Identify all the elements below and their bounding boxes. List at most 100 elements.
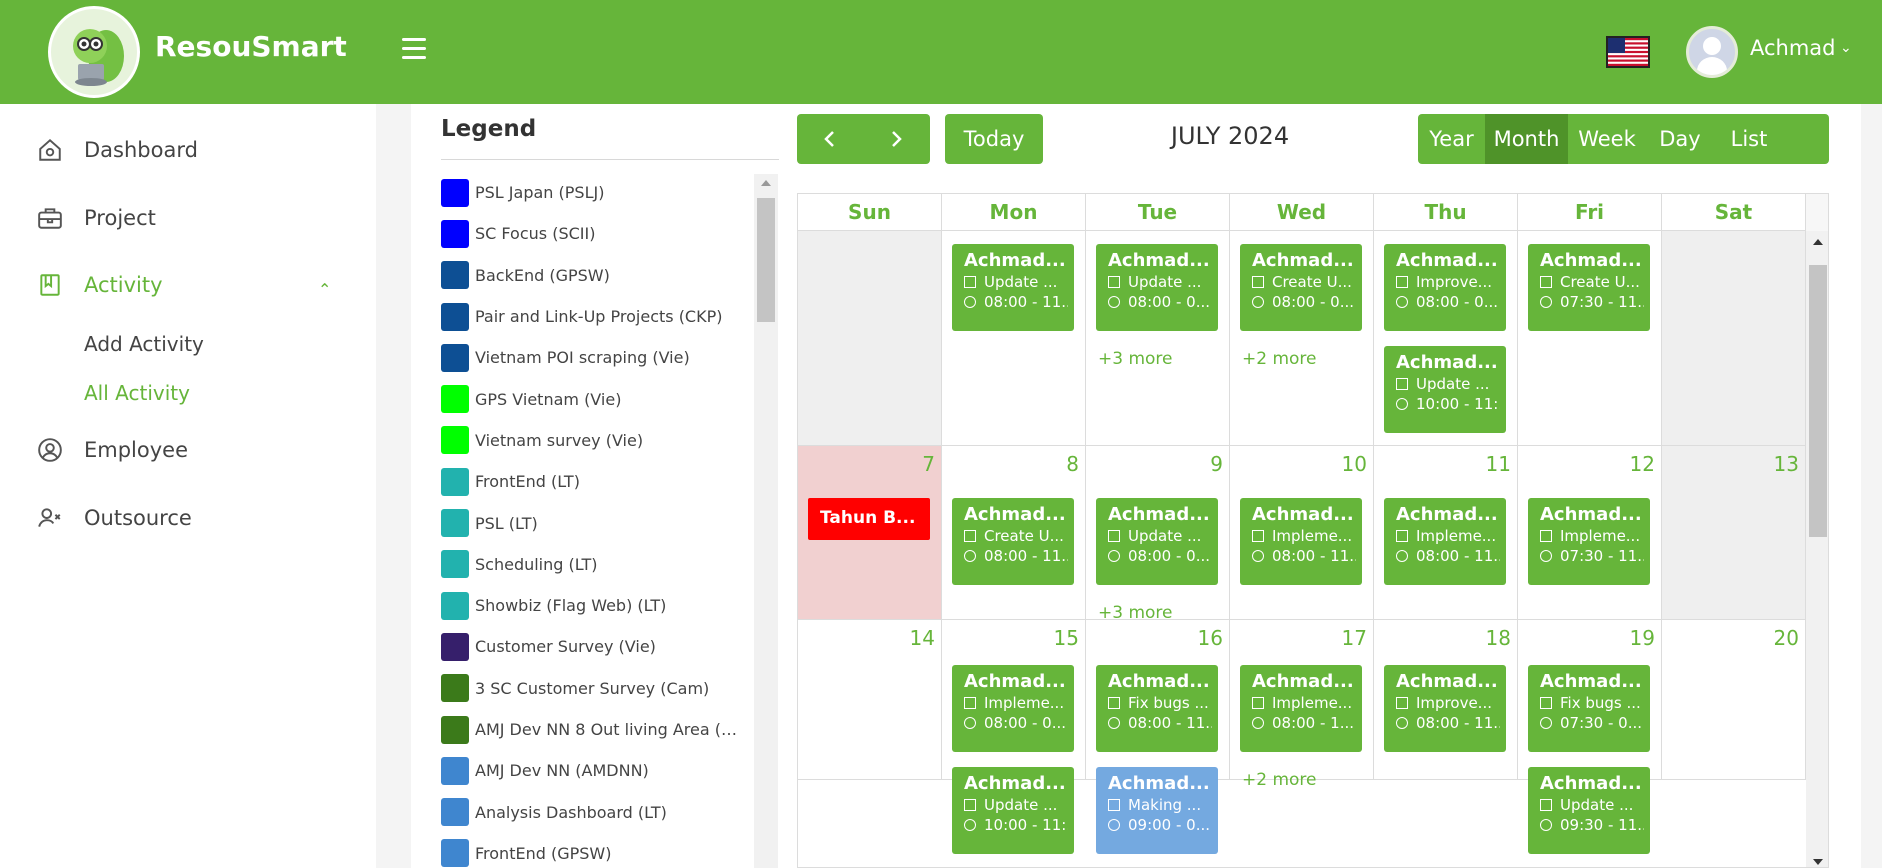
- sidebar-subitem-add-activity[interactable]: Add Activity: [84, 332, 204, 356]
- calendar-event[interactable]: Achmad... Impleme... 07:30 - 11...: [1528, 498, 1650, 585]
- calendar-day-cell[interactable]: Achmad... Update ... 08:00 - 0... +3 more: [1086, 231, 1230, 445]
- calendar-event[interactable]: Achmad... Update ... 10:00 - 11:...: [952, 767, 1074, 854]
- calendar-day-cell[interactable]: [1662, 231, 1806, 445]
- legend-item[interactable]: Scheduling (LT): [441, 544, 753, 585]
- day-number[interactable]: 15: [1054, 626, 1079, 650]
- event-time-label: 08:00 - 0...: [1272, 293, 1355, 311]
- day-number[interactable]: 16: [1198, 626, 1223, 650]
- legend-scrollbar[interactable]: [754, 174, 778, 868]
- calendar-day-cell[interactable]: 20: [1662, 620, 1806, 779]
- legend-item[interactable]: Vietnam survey (Vie): [441, 420, 753, 461]
- day-number[interactable]: 11: [1486, 452, 1511, 476]
- legend-item[interactable]: PSL (LT): [441, 502, 753, 543]
- calendar-day-cell[interactable]: [798, 231, 942, 445]
- calendar-day-cell[interactable]: 17 Achmad... Impleme... 08:00 - 1... +2 more: [1230, 620, 1374, 790]
- day-number[interactable]: 8: [1066, 452, 1079, 476]
- calendar-event[interactable]: Achmad... Create U... 08:00 - 11...: [952, 498, 1074, 585]
- legend-item[interactable]: FrontEnd (LT): [441, 461, 753, 502]
- day-number[interactable]: 12: [1630, 452, 1655, 476]
- calendar-event[interactable]: Achmad... Fix bugs ... 07:30 - 0...: [1528, 665, 1650, 752]
- calendar-day-cell[interactable]: Achmad... Create U... 07:30 - 11...: [1518, 231, 1662, 445]
- day-number[interactable]: 17: [1342, 626, 1367, 650]
- calendar-day-cell[interactable]: 19 Achmad... Fix bugs ... 07:30 - 0... Achma…: [1518, 620, 1662, 854]
- day-number[interactable]: 7: [922, 452, 935, 476]
- view-month-button[interactable]: Month: [1485, 114, 1568, 164]
- day-number[interactable]: 20: [1774, 626, 1799, 650]
- calendar-event[interactable]: Achmad... Update ... 10:00 - 11:...: [1384, 346, 1506, 433]
- calendar-event[interactable]: Achmad... Create U... 08:00 - 0...: [1240, 244, 1362, 331]
- calendar-event[interactable]: Achmad... Improve... 08:00 - 0...: [1384, 244, 1506, 331]
- view-week-button[interactable]: Week: [1568, 114, 1646, 164]
- chevron-down-icon[interactable]: ⌄: [1840, 40, 1852, 56]
- calendar-day-cell[interactable]: 10 Achmad... Impleme... 08:00 - 11...: [1230, 446, 1374, 619]
- more-events-link[interactable]: +3 more: [1098, 349, 1173, 369]
- day-number[interactable]: 14: [910, 626, 935, 650]
- legend-item[interactable]: Customer Survey (Vie): [441, 626, 753, 667]
- day-number[interactable]: 18: [1486, 626, 1511, 650]
- sidebar-item-employee[interactable]: Employee: [36, 436, 188, 464]
- view-list-button[interactable]: List: [1714, 114, 1784, 164]
- legend-item[interactable]: GPS Vietnam (Vie): [441, 378, 753, 419]
- avatar[interactable]: [1686, 26, 1738, 78]
- calendar-event[interactable]: Achmad... Update ... 09:30 - 11...: [1528, 767, 1650, 854]
- view-day-button[interactable]: Day: [1646, 114, 1714, 164]
- sidebar-subitem-all-activity[interactable]: All Activity: [84, 381, 190, 405]
- legend-item[interactable]: Pair and Link-Up Projects (CKP): [441, 296, 753, 337]
- calendar-day-cell[interactable]: 11 Achmad... Impleme... 08:00 - 11...: [1374, 446, 1518, 619]
- view-year-button[interactable]: Year: [1418, 114, 1485, 164]
- calendar-event[interactable]: Achmad... Impleme... 08:00 - 11...: [1240, 498, 1362, 585]
- legend-item[interactable]: AMJ Dev NN (AMDNN): [441, 750, 753, 791]
- day-number[interactable]: 10: [1342, 452, 1367, 476]
- sidebar-item-project[interactable]: Project: [36, 204, 156, 232]
- calendar-day-cell[interactable]: Achmad... Create U... 08:00 - 0... +2 more: [1230, 231, 1374, 445]
- us-flag-icon[interactable]: [1606, 36, 1650, 68]
- calendar-event[interactable]: Achmad... Update ... 08:00 - 0...: [1096, 498, 1218, 585]
- day-number[interactable]: 9: [1210, 452, 1223, 476]
- more-events-link[interactable]: +2 more: [1242, 349, 1317, 369]
- calendar-day-cell[interactable]: 9 Achmad... Update ... 08:00 - 0... +3 more: [1086, 446, 1230, 623]
- calendar-event[interactable]: Achmad... Update ... 08:00 - 11...: [952, 244, 1074, 331]
- legend-item[interactable]: SC Focus (SCII): [441, 213, 753, 254]
- holiday-event[interactable]: Tahun B...: [808, 498, 930, 540]
- sidebar-item-activity[interactable]: Activity: [36, 271, 163, 299]
- sidebar-item-outsource[interactable]: Outsource: [36, 504, 192, 532]
- calendar-day-cell[interactable]: 18 Achmad... Improve... 08:00 - 11...: [1374, 620, 1518, 779]
- legend-item[interactable]: Vietnam POI scraping (Vie): [441, 337, 753, 378]
- calendar-event[interactable]: Achmad... Create U... 07:30 - 11...: [1528, 244, 1650, 331]
- day-number[interactable]: 13: [1774, 452, 1799, 476]
- calendar-event[interactable]: Achmad... Fix bugs ... 08:00 - 11...: [1096, 665, 1218, 752]
- legend-item[interactable]: BackEnd (GPSW): [441, 255, 753, 296]
- legend-item[interactable]: 3 SC Customer Survey (Cam): [441, 668, 753, 709]
- calendar-day-cell[interactable]: 8 Achmad... Create U... 08:00 - 11...: [942, 446, 1086, 619]
- legend-item[interactable]: Analysis Dashboard (LT): [441, 791, 753, 832]
- next-month-button[interactable]: [863, 114, 929, 164]
- prev-month-button[interactable]: [797, 114, 863, 164]
- calendar-event[interactable]: Achmad... Impleme... 08:00 - 1...: [1240, 665, 1362, 752]
- calendar-event[interactable]: Achmad... Update ... 08:00 - 0...: [1096, 244, 1218, 331]
- calendar-event[interactable]: Achmad... Making ... 09:00 - 0...: [1096, 767, 1218, 854]
- menu-toggle-icon[interactable]: [402, 38, 426, 60]
- user-name[interactable]: Achmad: [1750, 36, 1836, 60]
- calendar-day-cell[interactable]: Achmad... Improve... 08:00 - 0... Achmad...…: [1374, 231, 1518, 445]
- calendar-scrollbar[interactable]: [1806, 231, 1828, 867]
- chevron-up-icon[interactable]: ⌃: [318, 280, 331, 299]
- calendar-day-cell[interactable]: 14: [798, 620, 942, 779]
- calendar-event[interactable]: Achmad... Improve... 08:00 - 11...: [1384, 665, 1506, 752]
- calendar-day-cell[interactable]: 16 Achmad... Fix bugs ... 08:00 - 11... Achm…: [1086, 620, 1230, 854]
- legend-item[interactable]: PSL Japan (PSLJ): [441, 172, 753, 213]
- calendar-day-cell[interactable]: 13: [1662, 446, 1806, 619]
- legend-item[interactable]: FrontEnd (GPSW): [441, 833, 753, 868]
- today-button[interactable]: Today: [945, 114, 1043, 164]
- calendar-day-cell[interactable]: 12 Achmad... Impleme... 07:30 - 11...: [1518, 446, 1662, 619]
- legend-item[interactable]: AMJ Dev NN 8 Out living Area (AMDNN): [441, 709, 753, 750]
- legend-item[interactable]: Showbiz (Flag Web) (LT): [441, 585, 753, 626]
- event-time: 09:00 - 0...: [1108, 816, 1212, 834]
- calendar-day-cell[interactable]: Achmad... Update ... 08:00 - 11...: [942, 231, 1086, 445]
- calendar-day-cell[interactable]: 15 Achmad... Impleme... 08:00 - 0... Achmad.…: [942, 620, 1086, 854]
- calendar-day-cell[interactable]: 7 Tahun B...: [798, 446, 942, 619]
- calendar-event[interactable]: Achmad... Impleme... 08:00 - 11...: [1384, 498, 1506, 585]
- calendar-event[interactable]: Achmad... Impleme... 08:00 - 0...: [952, 665, 1074, 752]
- day-number[interactable]: 19: [1630, 626, 1655, 650]
- more-events-link[interactable]: +2 more: [1242, 770, 1317, 790]
- sidebar-item-dashboard[interactable]: Dashboard: [36, 136, 198, 164]
